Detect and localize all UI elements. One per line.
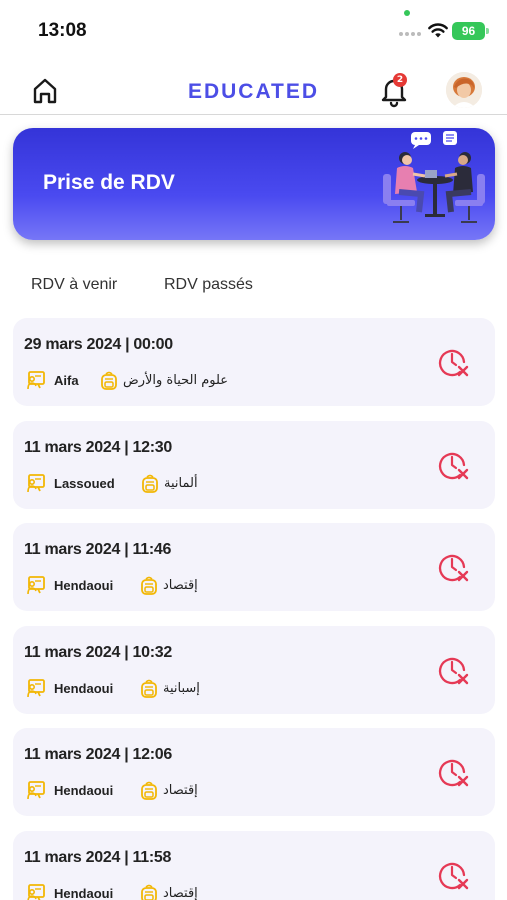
appointment-card[interactable]: 11 mars 2024 | 11:58 Hendaoui إقتصاد xyxy=(13,831,495,900)
app-logo: EDUCATED xyxy=(187,80,320,103)
teacher-board-icon xyxy=(27,781,45,800)
teacher-board-icon xyxy=(27,474,45,493)
subject-name: إقتصاد xyxy=(163,578,198,593)
cancel-appointment-icon[interactable] xyxy=(438,755,470,789)
appointment-date: 11 mars 2024 | 12:30 xyxy=(24,439,172,456)
teacher-name: Hendaoui xyxy=(54,578,114,593)
subject-name: علوم الحياة والأرض xyxy=(123,373,229,388)
teacher-name: Aifa xyxy=(54,373,79,388)
appointment-banner: Prise de RDV xyxy=(13,128,495,240)
teacher-name: Hendaoui xyxy=(54,681,114,696)
avatar-image xyxy=(446,72,482,108)
cancel-appointment-icon[interactable] xyxy=(438,550,470,584)
appointment-card[interactable]: 29 mars 2024 | 00:00 Aifa علوم الحياة وا… xyxy=(13,318,495,406)
appointment-card[interactable]: 11 mars 2024 | 10:32 Hendaoui إسبانية xyxy=(13,626,495,714)
backpack-icon xyxy=(141,884,157,900)
backpack-icon xyxy=(141,781,157,800)
appointment-tabs: RDV à venir RDV passés xyxy=(0,272,507,302)
teacher-board-icon xyxy=(27,884,45,900)
tab-upcoming[interactable]: RDV à venir xyxy=(31,276,117,294)
backpack-icon xyxy=(101,371,117,390)
wifi-icon xyxy=(428,23,448,38)
teacher-name: Hendaoui xyxy=(54,783,114,798)
cellular-signal-icon xyxy=(399,32,423,38)
status-time: 13:08 xyxy=(38,20,87,41)
appointment-date: 11 mars 2024 | 11:58 xyxy=(24,849,172,866)
subject-name: إقتصاد xyxy=(163,886,198,900)
backpack-icon xyxy=(141,576,157,595)
appointment-date: 29 mars 2024 | 00:00 xyxy=(24,336,173,353)
backpack-icon xyxy=(141,679,157,698)
appointment-card[interactable]: 11 mars 2024 | 12:30 Lassoued ألمانية xyxy=(13,421,495,509)
avatar[interactable] xyxy=(446,72,482,108)
teacher-name: Lassoued xyxy=(54,476,115,491)
teacher-board-icon xyxy=(27,576,45,595)
backpack-icon xyxy=(142,474,158,493)
appointment-date: 11 mars 2024 | 10:32 xyxy=(24,644,172,661)
cancel-appointment-icon[interactable] xyxy=(438,858,470,892)
appointment-date: 11 mars 2024 | 11:46 xyxy=(24,541,172,558)
status-bar: 13:08 96 xyxy=(0,0,507,58)
teacher-board-icon xyxy=(27,679,45,698)
appointment-card[interactable]: 11 mars 2024 | 11:46 Hendaoui إقتصاد xyxy=(13,523,495,611)
app-header: EDUCATED 2 xyxy=(0,60,507,115)
banner-title: Prise de RDV xyxy=(43,171,175,194)
subject-name: إقتصاد xyxy=(163,783,198,798)
tab-past[interactable]: RDV passés xyxy=(164,276,253,294)
privacy-indicator xyxy=(404,10,410,16)
teacher-board-icon xyxy=(27,371,45,390)
subject-name: إسبانية xyxy=(163,681,200,696)
cancel-appointment-icon[interactable] xyxy=(438,653,470,687)
notification-badge: 2 xyxy=(393,73,407,87)
cancel-appointment-icon[interactable] xyxy=(438,448,470,482)
battery-indicator: 96 xyxy=(452,22,485,40)
subject-name: ألمانية xyxy=(164,476,198,491)
teacher-name: Hendaoui xyxy=(54,886,114,900)
meeting-illustration xyxy=(383,131,485,223)
appointment-card[interactable]: 11 mars 2024 | 12:06 Hendaoui إقتصاد xyxy=(13,728,495,816)
appointment-date: 11 mars 2024 | 12:06 xyxy=(24,746,172,763)
cancel-appointment-icon[interactable] xyxy=(438,345,470,379)
battery-tip xyxy=(486,28,489,34)
